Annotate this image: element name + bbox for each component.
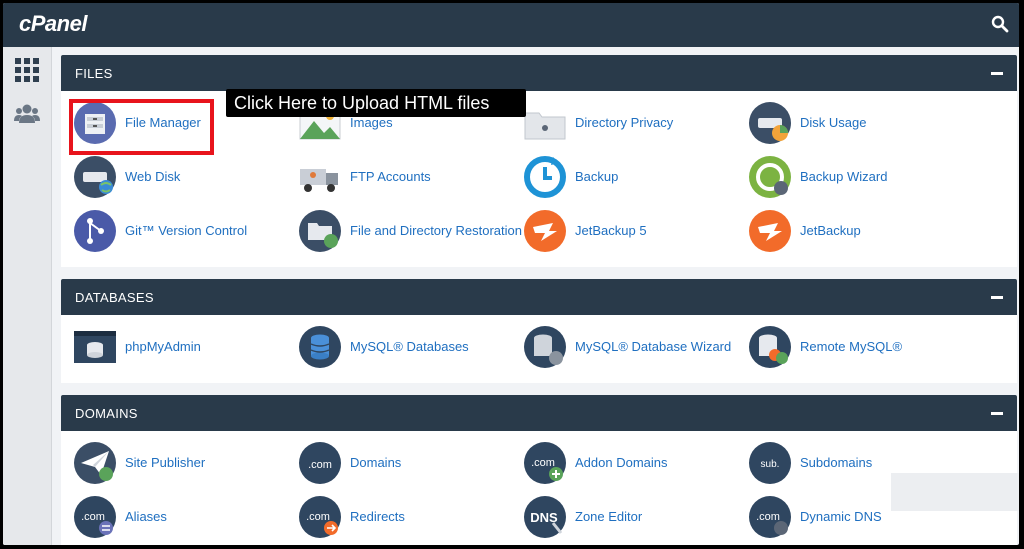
users-icon[interactable] <box>14 101 40 127</box>
subdomains-icon: sub. <box>749 442 791 484</box>
addon-domains-link[interactable]: .com Addon Domains <box>511 437 735 487</box>
databases-section: DATABASES phpMyAdmin MySQL® Databases My… <box>61 279 1017 383</box>
section-title: DATABASES <box>75 290 154 305</box>
backup-wizard-link[interactable]: Backup Wizard <box>736 151 960 201</box>
mysql-database-wizard-link[interactable]: MySQL® Database Wizard <box>511 321 735 371</box>
jetbackup-icon <box>749 210 791 252</box>
item-label: Git™ Version Control <box>125 223 248 238</box>
section-title: DOMAINS <box>75 406 138 421</box>
top-bar: cPanel <box>3 3 1019 47</box>
sidebar <box>3 47 52 545</box>
item-label: FTP Accounts <box>350 169 431 184</box>
jetbackup-5-link[interactable]: JetBackup 5 <box>511 205 735 255</box>
item-label: MySQL® Database Wizard <box>575 339 732 354</box>
item-label: Redirects <box>350 509 405 524</box>
redirects-link[interactable]: .com Redirects <box>286 491 510 541</box>
git-version-control-link[interactable]: Git™ Version Control <box>61 205 285 255</box>
blurred-area <box>891 473 1019 511</box>
zone-editor-link[interactable]: DNS Zone Editor <box>511 491 735 541</box>
svg-text:.com: .com <box>308 459 332 471</box>
backup-wizard-icon <box>749 156 791 198</box>
search-icon[interactable] <box>991 15 1009 33</box>
item-label: phpMyAdmin <box>125 339 201 354</box>
item-label: Images <box>350 115 393 130</box>
domains-icon: .com <box>299 442 341 484</box>
site-publisher-link[interactable]: Site Publisher <box>61 437 285 487</box>
file-manager-highlight-box <box>69 99 214 155</box>
paper-plane-icon <box>74 442 116 484</box>
section-title: FILES <box>75 66 113 81</box>
git-icon <box>74 210 116 252</box>
item-label: Domains <box>350 455 402 470</box>
file-directory-restoration-link[interactable]: File and Directory Restoration <box>286 205 522 255</box>
item-label: Disk Usage <box>800 115 867 130</box>
files-section: FILES File Manager Images Directory Priv… <box>61 55 1017 267</box>
ftp-accounts-link[interactable]: FTP Accounts <box>286 151 510 201</box>
upload-tooltip: Click Here to Upload HTML files <box>226 89 526 117</box>
item-label: Subdomains <box>800 455 873 470</box>
ftp-truck-icon <box>300 169 338 192</box>
folder-lock-icon <box>524 112 566 140</box>
aliases-icon: .com <box>74 496 116 538</box>
item-label: Directory Privacy <box>575 115 674 130</box>
redirects-icon: .com <box>299 496 341 538</box>
domains-section-header[interactable]: DOMAINS <box>61 395 1017 431</box>
backup-link[interactable]: Backup <box>511 151 735 201</box>
item-label: Backup <box>575 169 619 184</box>
jetbackup-link[interactable]: JetBackup <box>736 205 960 255</box>
zone-editor-icon: DNS <box>524 496 566 538</box>
item-label: Site Publisher <box>125 455 206 470</box>
remote-mysql-icon <box>749 326 791 368</box>
item-label: JetBackup 5 <box>575 223 647 238</box>
item-label: JetBackup <box>800 223 861 238</box>
disk-usage-link[interactable]: Disk Usage <box>736 97 960 147</box>
item-label: Remote MySQL® <box>800 339 903 354</box>
cpanel-logo[interactable]: cPanel <box>19 11 87 37</box>
item-label: MySQL® Databases <box>350 339 469 354</box>
collapse-icon[interactable] <box>991 296 1003 299</box>
browser-frame: cPanel FILES File Manager Images Directo… <box>3 3 1019 545</box>
dynamic-dns-icon: .com <box>749 496 791 538</box>
disk-usage-icon <box>749 102 791 144</box>
svg-text:.com: .com <box>81 511 105 523</box>
item-label: Dynamic DNS <box>800 509 882 524</box>
svg-text:.com: .com <box>306 511 330 523</box>
item-label: Aliases <box>125 509 167 524</box>
collapse-icon[interactable] <box>991 72 1003 75</box>
jetbackup-5-icon <box>524 210 566 252</box>
item-label: Zone Editor <box>575 509 643 524</box>
svg-text:.com: .com <box>531 457 555 469</box>
backup-icon <box>524 156 566 198</box>
svg-text:.com: .com <box>756 511 780 523</box>
mysql-databases-icon <box>299 326 341 368</box>
web-disk-link[interactable]: Web Disk <box>61 151 285 201</box>
addon-domains-icon: .com <box>524 442 566 484</box>
restoration-icon <box>299 210 341 252</box>
databases-section-header[interactable]: DATABASES <box>61 279 1017 315</box>
phpmyadmin-icon <box>74 331 116 363</box>
domains-section: DOMAINS Site Publisher .com Domains .com… <box>61 395 1017 545</box>
item-label: File and Directory Restoration <box>350 223 522 238</box>
aliases-link[interactable]: .com Aliases <box>61 491 285 541</box>
mysql-wizard-icon <box>524 326 566 368</box>
svg-text:sub.: sub. <box>761 459 780 470</box>
remote-mysql-link[interactable]: Remote MySQL® <box>736 321 960 371</box>
domains-link[interactable]: .com Domains <box>286 437 510 487</box>
item-label: Addon Domains <box>575 455 668 470</box>
item-label: Web Disk <box>125 169 181 184</box>
files-section-header[interactable]: FILES <box>61 55 1017 91</box>
phpmyadmin-link[interactable]: phpMyAdmin <box>61 321 285 371</box>
directory-privacy-link[interactable]: Directory Privacy <box>511 97 735 147</box>
collapse-icon[interactable] <box>991 412 1003 415</box>
item-label: Backup Wizard <box>800 169 888 184</box>
web-disk-icon <box>74 156 116 198</box>
grid-icon[interactable] <box>14 57 40 83</box>
mysql-databases-link[interactable]: MySQL® Databases <box>286 321 510 371</box>
